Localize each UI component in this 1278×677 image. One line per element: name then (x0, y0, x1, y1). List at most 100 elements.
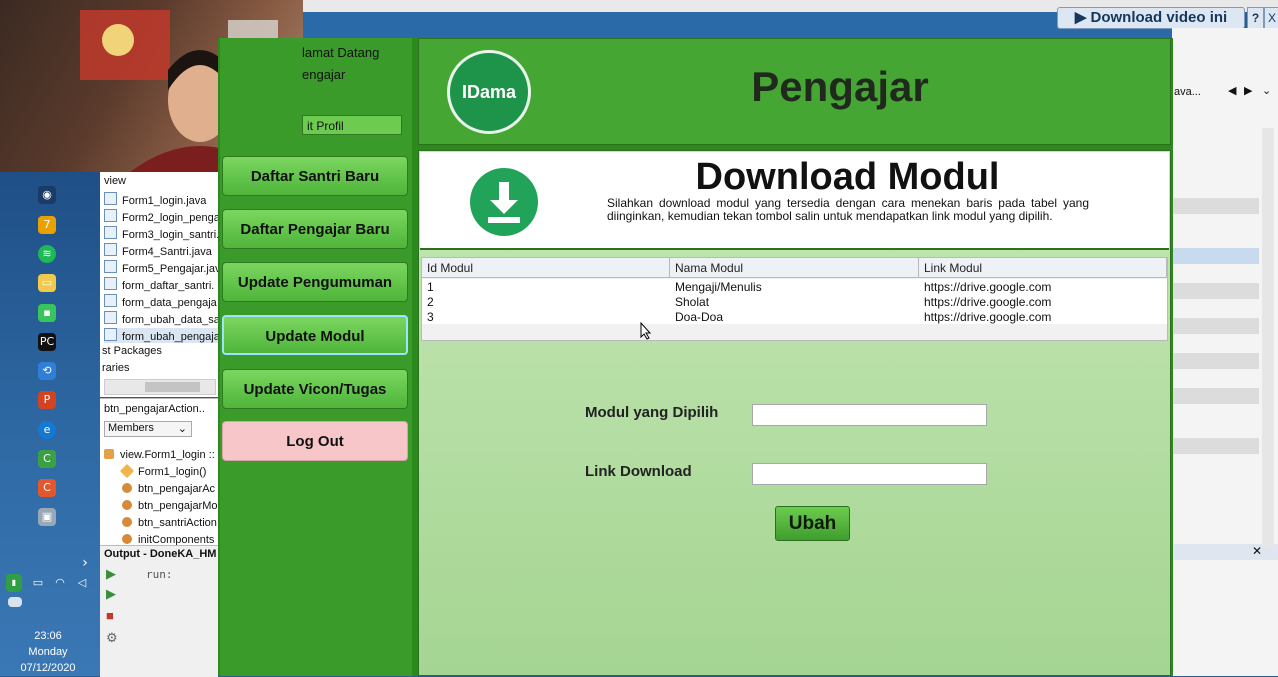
chevron-down-icon: ⌄ (177, 423, 187, 435)
folder-icon[interactable]: ▭ (38, 274, 56, 292)
tab-list-icon[interactable]: ⌄ (1262, 84, 1271, 97)
table-cell[interactable]: https://drive.google.com (924, 310, 1051, 324)
welcome-text: lamat Datang engajar (302, 42, 379, 86)
vertical-scrollbar[interactable] (1262, 128, 1274, 548)
table-header[interactable]: Id Modul (422, 258, 670, 278)
modul-input[interactable] (752, 404, 987, 426)
taskbar-clock[interactable]: 23:06 Monday 07/12/2020 (0, 628, 96, 676)
tree-file[interactable]: Form1_login.java (104, 192, 206, 207)
member-item[interactable]: btn_pengajarMo (122, 500, 218, 512)
rerun-icon[interactable]: ▶ (106, 586, 116, 602)
table-header[interactable]: Nama Modul (670, 258, 919, 278)
settings-icon[interactable]: ⚙ (106, 630, 118, 646)
java-file-icon (104, 328, 117, 341)
member-item[interactable]: view.Form1_login :: (104, 449, 215, 461)
link-label: Link Download (585, 463, 692, 480)
menu-daftar-santri-button[interactable]: Daftar Santri Baru (222, 156, 408, 196)
members-dropdown[interactable]: Members ⌄ (104, 421, 192, 437)
java-file-icon (104, 243, 117, 256)
menu-update-vicon-button[interactable]: Update Vicon/Tugas (222, 369, 408, 409)
table-cell[interactable]: Mengaji/Menulis (675, 280, 762, 294)
tree-node[interactable]: st Packages (102, 345, 162, 357)
line-icon[interactable]: ▪ (38, 304, 56, 322)
edit-profile-button[interactable]: it Profil (302, 115, 402, 135)
tree-file[interactable]: form_data_pengaja (104, 294, 217, 309)
table-cell[interactable]: https://drive.google.com (924, 295, 1051, 309)
ubah-button[interactable]: Ubah (775, 506, 850, 541)
table-cell[interactable]: Doa-Doa (675, 310, 723, 324)
taskbar-app-icon[interactable]: C (38, 450, 56, 468)
menu-update-pengumuman-button[interactable]: Update Pengumuman (222, 262, 408, 302)
tree-node[interactable]: raries (102, 362, 130, 374)
rerun-icon[interactable]: ▶ (106, 566, 116, 582)
editor-row-stripe (1172, 353, 1259, 369)
download-video-button[interactable]: ▶ Download video ini (1057, 7, 1245, 29)
java-file-icon (104, 311, 117, 324)
page-title: Pengajar (751, 63, 929, 110)
scrollbar-thumb[interactable] (145, 382, 200, 392)
java-file-icon (104, 277, 117, 290)
java-file-icon (104, 192, 117, 205)
keyboard-icon[interactable] (8, 597, 22, 607)
output-text: run: (146, 568, 173, 581)
link-input[interactable] (752, 463, 987, 485)
tree-file-selected[interactable]: form_ubah_pengaja (104, 328, 220, 343)
table-cell[interactable]: 1 (427, 280, 434, 294)
help-button[interactable]: ? (1247, 7, 1264, 29)
method-icon (122, 500, 132, 510)
welcome-line: lamat Datang (302, 45, 380, 60)
wifi-icon[interactable]: ◠ (52, 574, 68, 592)
member-item[interactable]: btn_pengajarAc (122, 483, 215, 495)
taskbar-app-icon[interactable]: ◉ (38, 186, 56, 204)
constructor-icon (119, 463, 135, 479)
method-icon (122, 534, 132, 544)
logout-button[interactable]: Log Out (222, 421, 408, 461)
menu-update-modul-button[interactable]: Update Modul (222, 315, 408, 355)
ide-project-tree: view Form1_login.java Form2_login_pengaj… (100, 172, 222, 397)
taskbar-app-icon[interactable]: 7 (38, 216, 56, 234)
tree-file[interactable]: Form5_Pengajar.jav (104, 260, 220, 275)
class-icon (104, 449, 114, 459)
editor-row-stripe (1172, 388, 1259, 404)
editor-row-stripe (1172, 248, 1259, 264)
taskbar-app-icon[interactable]: ⟲ (38, 362, 56, 380)
editor-row-stripe (1172, 318, 1259, 334)
taskbar-app-icon[interactable]: C (38, 479, 56, 497)
menu-daftar-pengajar-button[interactable]: Daftar Pengajar Baru (222, 209, 408, 249)
stop-icon[interactable]: ■ (106, 608, 114, 623)
output-title: Output - DoneKA_HM (104, 548, 217, 560)
spotify-icon[interactable]: ≋ (38, 245, 56, 263)
tab-scroll-right-icon[interactable]: ▶ (1244, 84, 1252, 97)
table-cell[interactable]: 3 (427, 310, 434, 324)
volume-icon[interactable]: ◁ (74, 574, 90, 592)
tree-file[interactable]: form_daftar_santri. (104, 277, 214, 292)
close-overlay-button[interactable]: X (1264, 7, 1278, 29)
tree-file[interactable]: Form4_Santri.java (104, 243, 212, 258)
taskbar-app-icon[interactable]: ▣ (38, 508, 56, 526)
member-item[interactable]: btn_santriAction (122, 517, 217, 529)
modul-label: Modul yang Dipilih (585, 404, 719, 421)
tree-file[interactable]: Form2_login_pengaj (104, 209, 222, 224)
battery-icon[interactable]: ▭ (30, 574, 46, 592)
table-cell[interactable]: Sholat (675, 295, 709, 309)
table-cell[interactable]: https://drive.google.com (924, 280, 1051, 294)
table-header[interactable]: Link Modul (919, 258, 1167, 278)
tree-file[interactable]: form_ubah_data_sa (104, 311, 220, 326)
clock-date: 07/12/2020 (20, 662, 76, 674)
tree-package[interactable]: view (104, 175, 126, 187)
java-file-icon (104, 209, 117, 222)
download-icon (470, 168, 538, 236)
horizontal-scrollbar[interactable] (104, 379, 216, 395)
java-file-icon (104, 260, 117, 273)
tab-scroll-left-icon[interactable]: ◀ (1228, 84, 1236, 97)
chevron-right-icon[interactable]: › (76, 554, 94, 572)
powerpoint-icon[interactable]: P (38, 391, 56, 409)
close-panel-icon[interactable]: ✕ (1252, 544, 1262, 558)
tree-file[interactable]: Form3_login_santri. (104, 226, 219, 241)
edge-icon[interactable]: e (38, 421, 56, 439)
clock-time: 23:06 (34, 630, 62, 642)
pycharm-icon[interactable]: PC (38, 333, 56, 351)
member-item[interactable]: Form1_login() (119, 463, 206, 479)
editor-tab-label[interactable]: ava... (1174, 86, 1201, 98)
table-cell[interactable]: 2 (427, 295, 434, 309)
